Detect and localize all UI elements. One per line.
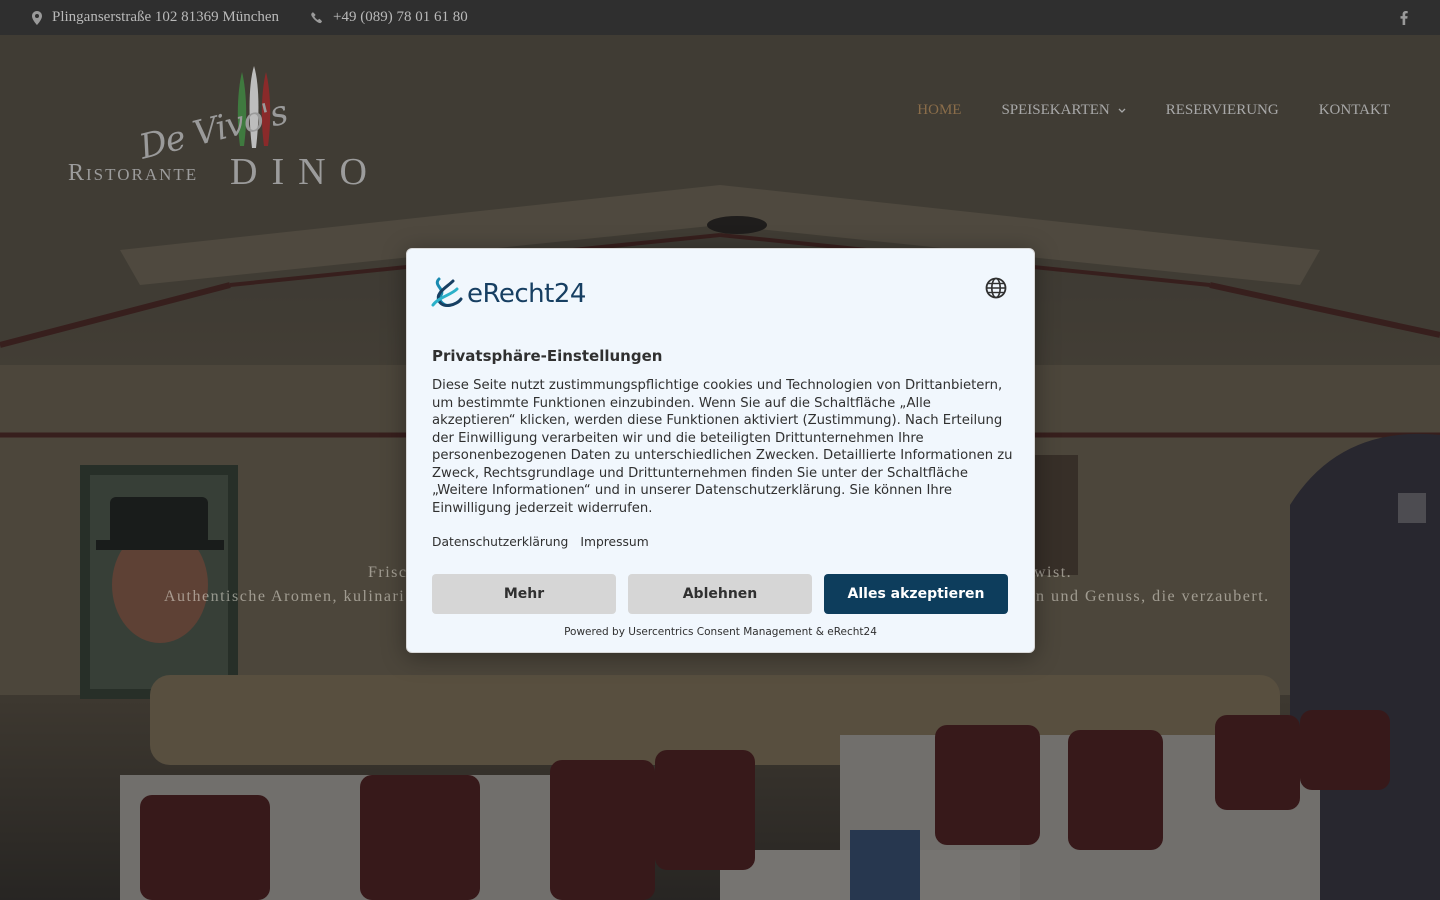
imprint-link[interactable]: Impressum [580, 535, 648, 549]
cookie-consent-dialog: eRecht24 Privatsphäre-Einstellungen Dies… [406, 248, 1035, 653]
nav-item-speisekarten[interactable]: SPEISEKARTEN [1001, 102, 1126, 119]
chevron-down-icon [1118, 108, 1126, 113]
site-logo[interactable]: De Vivo's Ristorante DINO [66, 66, 367, 193]
phone-info[interactable]: +49 (089) 78 01 61 80 [311, 9, 468, 26]
social-links [1400, 10, 1408, 25]
decline-button[interactable]: Ablehnen [628, 574, 812, 614]
more-button[interactable]: Mehr [432, 574, 616, 614]
globe-icon[interactable] [984, 276, 1008, 300]
erecht24-logo-icon [431, 277, 463, 307]
consent-title: Privatsphäre-Einstellungen [432, 347, 663, 365]
consent-body-text: Diese Seite nutzt zustimmungspflichtige … [432, 378, 1013, 516]
main-nav: HOME SPEISEKARTEN RESERVIERUNG KONTAKT [917, 102, 1390, 119]
consent-links: Datenschutzerklärung Impressum [432, 535, 649, 549]
powered-by-text: Powered by Usercentrics Consent Manageme… [564, 626, 877, 638]
privacy-policy-link[interactable]: Datenschutzerklärung [432, 535, 568, 549]
phone-icon [311, 11, 322, 23]
nav-item-kontakt[interactable]: KONTAKT [1319, 102, 1390, 119]
facebook-icon[interactable] [1400, 10, 1408, 25]
erecht24-logo: eRecht24 [431, 275, 586, 313]
top-bar: Plinganserstraße 102 81369 München +49 (… [0, 0, 1440, 35]
address-text: Plinganserstraße 102 81369 München [52, 9, 280, 25]
nav-item-reservierung[interactable]: RESERVIERUNG [1166, 102, 1279, 119]
map-pin-icon [32, 10, 42, 25]
brand-text: eRecht24 [467, 279, 586, 309]
nav-item-speisekarten-label: SPEISEKARTEN [1001, 102, 1110, 118]
address-info: Plinganserstraße 102 81369 München [32, 9, 279, 26]
logo-word-dino: DINO [230, 151, 381, 193]
phone-text[interactable]: +49 (089) 78 01 61 80 [333, 9, 468, 26]
consent-buttons: Mehr Ablehnen Alles akzeptieren [432, 574, 1008, 614]
accept-all-button[interactable]: Alles akzeptieren [824, 574, 1008, 614]
logo-word-ristorante: Ristorante [68, 160, 199, 186]
nav-item-home[interactable]: HOME [917, 102, 961, 119]
